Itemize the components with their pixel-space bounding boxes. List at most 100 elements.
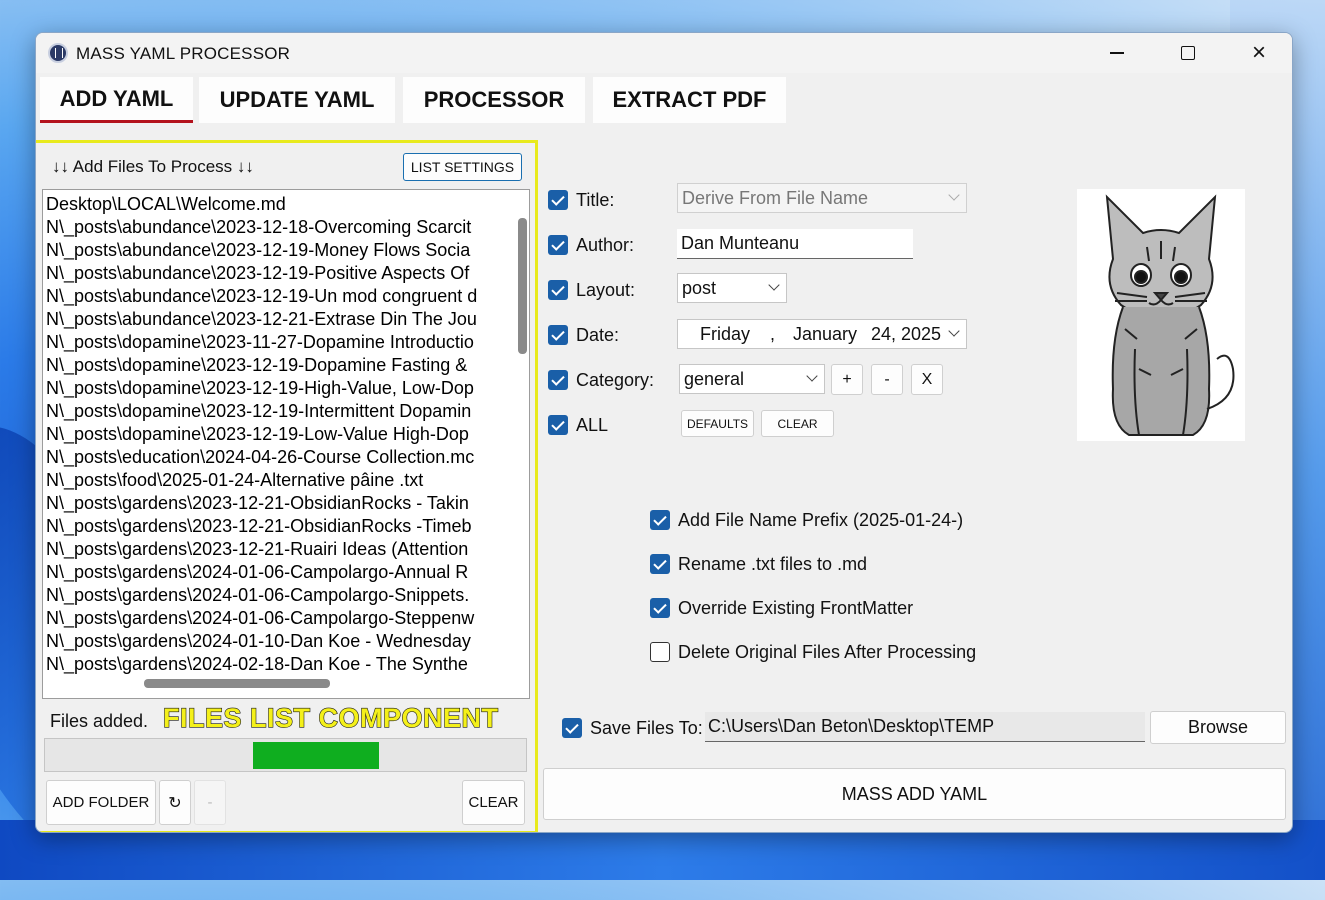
chevron-down-icon [768, 279, 780, 291]
title-checkbox[interactable] [548, 190, 568, 210]
list-item[interactable]: N\_posts\abundance\2023-12-19-Positive A… [46, 262, 502, 285]
refresh-icon: ↻ [168, 794, 182, 812]
title-label: Title: [576, 190, 615, 210]
layout-value: post [682, 277, 717, 298]
tab-add-yaml[interactable]: ADD YAML [40, 77, 193, 123]
list-item[interactable]: Desktop\LOCAL\Welcome.md [46, 193, 502, 216]
date-label: Date: [576, 325, 620, 345]
layout-label: Layout: [576, 280, 636, 300]
browse-button[interactable]: Browse [1150, 711, 1286, 744]
date-day-year[interactable]: 24, 2025 [871, 324, 941, 345]
list-item[interactable]: N\_posts\gardens\2024-01-06-Campolargo-A… [46, 561, 502, 584]
add-category-button[interactable]: + [831, 364, 863, 395]
remove-file-button[interactable]: - [194, 780, 226, 825]
clear-fields-button[interactable]: CLEAR [761, 410, 834, 437]
date-separator: , [770, 323, 776, 344]
component-overlay-label: FILES LIST COMPONENT [162, 702, 499, 733]
all-checkbox[interactable] [548, 415, 568, 435]
add-prefix-label: Add File Name Prefix (2025-01-24-) [678, 510, 964, 530]
list-item[interactable]: N\_posts\abundance\2023-12-19-Un mod con… [46, 285, 502, 308]
list-item[interactable]: N\_posts\dopamine\2023-12-19-Low-Value H… [46, 423, 502, 446]
list-item[interactable]: N\_posts\abundance\2023-12-19-Money Flow… [46, 239, 502, 262]
list-item[interactable]: N\_posts\abundance\2023-12-21-Extrase Di… [46, 308, 502, 331]
maximize-icon [1181, 46, 1195, 60]
rename-txt-checkbox[interactable] [650, 554, 670, 574]
progress-bar [44, 738, 527, 772]
kitten-illustration [1077, 189, 1245, 441]
list-item[interactable]: N\_posts\dopamine\2023-11-27-Dopamine In… [46, 331, 502, 354]
list-item[interactable]: N\_posts\gardens\2024-02-18-Dan Koe - Th… [46, 653, 502, 676]
clear-list-button[interactable]: CLEAR [462, 780, 525, 825]
status-text: Files added. [50, 711, 149, 731]
app-icon [48, 43, 68, 63]
remove-category-button[interactable]: - [871, 364, 903, 395]
category-value: general [684, 368, 745, 389]
override-frontmatter-checkbox[interactable] [650, 598, 670, 618]
date-picker[interactable]: Friday , January 24, 2025 [677, 319, 967, 349]
defaults-button[interactable]: DEFAULTS [681, 410, 754, 437]
file-list-rows: Desktop\LOCAL\Welcome.md N\_posts\abundan… [46, 193, 502, 676]
save-path-value: C:\Users\Dan Beton\Desktop\TEMP [708, 716, 995, 736]
override-frontmatter-label: Override Existing FrontMatter [678, 598, 914, 618]
list-item[interactable]: N\_posts\gardens\2024-01-10-Dan Koe - We… [46, 630, 502, 653]
chevron-down-icon [948, 325, 960, 337]
delete-originals-label: Delete Original Files After Processing [678, 642, 977, 662]
list-item[interactable]: N\_posts\education\2024-04-26-Course Col… [46, 446, 502, 469]
minimize-button[interactable] [1082, 33, 1152, 73]
mass-add-yaml-button[interactable]: MASS ADD YAML [543, 768, 1286, 820]
title-value: Derive From File Name [682, 187, 869, 208]
date-weekday[interactable]: Friday [700, 324, 750, 345]
progress-fill [253, 742, 379, 769]
list-item[interactable]: N\_posts\dopamine\2023-12-19-Dopamine Fa… [46, 354, 502, 377]
delete-category-button[interactable]: X [911, 364, 943, 395]
save-files-checkbox[interactable] [562, 718, 582, 738]
author-label: Author: [576, 235, 635, 255]
refresh-button[interactable]: ↻ [159, 780, 191, 825]
delete-originals-checkbox[interactable] [650, 642, 670, 662]
list-settings-button[interactable]: LIST SETTINGS [403, 153, 522, 181]
date-checkbox[interactable] [548, 325, 568, 345]
list-item[interactable]: N\_posts\dopamine\2023-12-19-High-Value,… [46, 377, 502, 400]
file-list[interactable]: Desktop\LOCAL\Welcome.md N\_posts\abundan… [42, 189, 530, 699]
save-files-label: Save Files To: [590, 718, 703, 738]
layout-select[interactable]: post [677, 273, 787, 303]
tab-extract-pdf[interactable]: EXTRACT PDF [593, 77, 786, 123]
tab-update-yaml[interactable]: UPDATE YAML [199, 77, 395, 123]
title-bar: MASS YAML PROCESSOR × [36, 33, 1292, 73]
list-item[interactable]: N\_posts\gardens\2023-12-21-Ruairi Ideas… [46, 538, 502, 561]
chevron-down-icon [806, 370, 818, 382]
author-checkbox[interactable] [548, 235, 568, 255]
minimize-icon [1110, 52, 1124, 54]
kitten-icon [1105, 194, 1235, 436]
list-item[interactable]: N\_posts\abundance\2023-12-18-Overcoming… [46, 216, 502, 239]
title-select[interactable]: Derive From File Name [677, 183, 967, 213]
layout-checkbox[interactable] [548, 280, 568, 300]
chevron-down-icon [948, 189, 960, 201]
author-value: Dan Munteanu [681, 233, 800, 253]
list-item[interactable]: N\_posts\gardens\2023-12-21-ObsidianRock… [46, 492, 502, 515]
window-title: MASS YAML PROCESSOR [76, 44, 291, 63]
add-files-header: ↓↓ Add Files To Process ↓↓ [52, 157, 254, 176]
horizontal-scrollbar[interactable] [144, 679, 330, 688]
category-checkbox[interactable] [548, 370, 568, 390]
category-select[interactable]: general [679, 364, 825, 394]
maximize-button[interactable] [1153, 33, 1223, 73]
rename-txt-label: Rename .txt files to .md [678, 554, 868, 574]
category-label: Category: [576, 370, 655, 390]
add-prefix-checkbox[interactable] [650, 510, 670, 530]
list-item[interactable]: N\_posts\dopamine\2023-12-19-Intermitten… [46, 400, 502, 423]
tab-processor[interactable]: PROCESSOR [403, 77, 585, 123]
save-path-input[interactable]: C:\Users\Dan Beton\Desktop\TEMP [705, 712, 1145, 742]
list-item[interactable]: N\_posts\gardens\2023-12-21-ObsidianRock… [46, 515, 502, 538]
list-item[interactable]: N\_posts\food\2025-01-24-Alternative pâi… [46, 469, 502, 492]
vertical-scrollbar[interactable] [518, 218, 527, 354]
app-window: MASS YAML PROCESSOR × ADD YAML UPDATE YA… [35, 32, 1293, 833]
files-list-component: ↓↓ Add Files To Process ↓↓ LIST SETTINGS… [36, 140, 538, 832]
close-button[interactable]: × [1224, 33, 1292, 73]
all-label: ALL [576, 415, 609, 435]
list-item[interactable]: N\_posts\gardens\2024-01-06-Campolargo-S… [46, 607, 502, 630]
add-folder-button[interactable]: ADD FOLDER [46, 780, 156, 825]
date-month[interactable]: January [793, 324, 857, 345]
list-item[interactable]: N\_posts\gardens\2024-01-06-Campolargo-S… [46, 584, 502, 607]
author-input[interactable]: Dan Munteanu [677, 229, 913, 259]
